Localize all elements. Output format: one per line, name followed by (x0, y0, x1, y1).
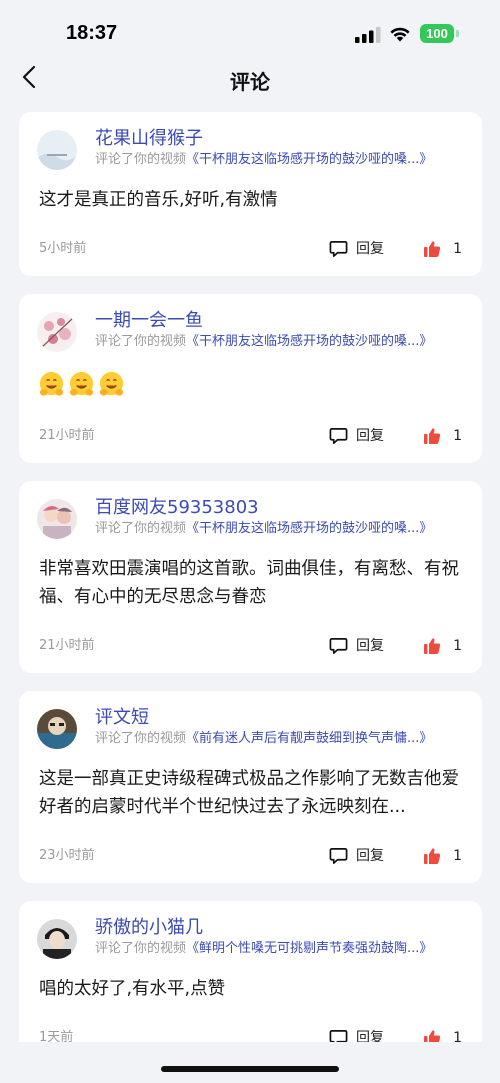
like-count: 1 (453, 241, 462, 257)
like-button[interactable]: 1 (423, 240, 462, 258)
status-bar: 18:37 100 (0, 0, 500, 60)
like-count: 1 (453, 848, 462, 864)
comment-list: 花果山得猴子 评论了你的视频《干杯朋友这临场感开场的鼓沙哑的嗓...》 这才是真… (19, 112, 482, 1083)
comment-icon (329, 427, 348, 444)
commented-label: 评论了你的视频 (95, 334, 187, 349)
reply-button[interactable]: 回复 (329, 238, 384, 258)
reply-button[interactable]: 回复 (329, 845, 384, 865)
commented-label: 评论了你的视频 (95, 941, 187, 956)
reply-label: 回复 (356, 241, 384, 257)
video-link[interactable]: 《干杯朋友这临场感开场的鼓沙哑的嗓...》 (186, 521, 432, 536)
video-link[interactable]: 《干杯朋友这临场感开场的鼓沙哑的嗓...》 (186, 334, 432, 349)
comment-text: 唱的太好了,有水平,点赞 (39, 979, 226, 999)
status-time: 18:37 (66, 22, 118, 44)
video-link[interactable]: 《前有迷人声后有靓声鼓细到换气声慵...》 (186, 731, 432, 746)
comment-meta: 评论了你的视频《干杯朋友这临场感开场的鼓沙哑的嗓...》 (95, 333, 464, 351)
username[interactable]: 百度网友59353803 (95, 497, 464, 519)
like-count: 1 (453, 638, 462, 654)
comment-icon (329, 847, 348, 864)
comment-text: 这才是真正的音乐,好听,有激情 (39, 190, 278, 210)
username[interactable]: 骄傲的小猫几 (95, 917, 464, 939)
reply-label: 回复 (356, 848, 384, 864)
signal-icon (355, 27, 381, 43)
thumbs-up-icon (424, 428, 441, 444)
bottom-safe-area (0, 1042, 500, 1083)
comment-card[interactable]: 评文短 评论了你的视频《前有迷人声后有靓声鼓细到换气声慵...》 这是一部真正史… (19, 691, 482, 883)
comment-card[interactable]: 百度网友59353803 评论了你的视频《干杯朋友这临场感开场的鼓沙哑的嗓...… (19, 481, 482, 673)
avatar[interactable] (37, 499, 77, 539)
comment-meta: 评论了你的视频《干杯朋友这临场感开场的鼓沙哑的嗓...》 (95, 520, 464, 538)
hugging-face-emoji-icon (99, 371, 124, 396)
thumbs-up-icon (424, 638, 441, 654)
comment-time: 23小时前 (39, 848, 95, 863)
comment-icon (329, 240, 348, 257)
commented-label: 评论了你的视频 (95, 731, 187, 746)
comment-time: 5小时前 (39, 241, 87, 256)
avatar[interactable] (37, 130, 77, 170)
username[interactable]: 花果山得猴子 (95, 128, 464, 150)
video-link[interactable]: 《干杯朋友这临场感开场的鼓沙哑的嗓...》 (186, 152, 432, 167)
like-count: 1 (453, 428, 462, 444)
like-button[interactable]: 1 (423, 847, 462, 865)
page-title: 评论 (230, 70, 270, 94)
avatar[interactable] (37, 709, 77, 749)
comment-text: 非常喜欢田震演唱的这首歌。词曲俱佳，有离愁、有祝福、有心中的无尽思念与眷恋 (39, 559, 459, 607)
hugging-face-emoji-icon (39, 371, 64, 396)
comment-icon (329, 637, 348, 654)
avatar[interactable] (37, 919, 77, 959)
like-button[interactable]: 1 (423, 637, 462, 655)
battery-indicator: 100 (420, 24, 454, 43)
reply-label: 回复 (356, 638, 384, 654)
commented-label: 评论了你的视频 (95, 152, 187, 167)
commented-label: 评论了你的视频 (95, 521, 187, 536)
thumbs-up-icon (424, 848, 441, 864)
hugging-face-emoji-icon (69, 371, 94, 396)
comment-card[interactable]: 花果山得猴子 评论了你的视频《干杯朋友这临场感开场的鼓沙哑的嗓...》 这才是真… (19, 112, 482, 276)
reply-label: 回复 (356, 428, 384, 444)
reply-button[interactable]: 回复 (329, 425, 384, 445)
username[interactable]: 评文短 (95, 707, 464, 729)
reply-button[interactable]: 回复 (329, 635, 384, 655)
home-indicator[interactable] (161, 1066, 339, 1072)
comment-time: 21小时前 (39, 428, 95, 443)
comment-time: 21小时前 (39, 638, 95, 653)
comment-meta: 评论了你的视频《前有迷人声后有靓声鼓细到换气声慵...》 (95, 730, 464, 748)
comment-card[interactable]: 一期一会一鱼 评论了你的视频《干杯朋友这临场感开场的鼓沙哑的嗓...》 21小时… (19, 294, 482, 463)
comment-card[interactable]: 骄傲的小猫几 评论了你的视频《鲜明个性嗓无可挑剔声节奏强劲鼓陶...》 唱的太好… (19, 901, 482, 1065)
comment-meta: 评论了你的视频《干杯朋友这临场感开场的鼓沙哑的嗓...》 (95, 151, 464, 169)
like-button[interactable]: 1 (423, 427, 462, 445)
username[interactable]: 一期一会一鱼 (95, 310, 464, 332)
comment-meta: 评论了你的视频《鲜明个性嗓无可挑剔声节奏强劲鼓陶...》 (95, 940, 464, 958)
emoji-row (37, 370, 464, 399)
wifi-icon (390, 27, 410, 42)
battery-cap (456, 30, 459, 37)
avatar[interactable] (37, 312, 77, 352)
video-link[interactable]: 《鲜明个性嗓无可挑剔声节奏强劲鼓陶...》 (186, 941, 432, 956)
thumbs-up-icon (424, 241, 441, 257)
comment-text: 这是一部真正史诗级程碑式极品之作影响了无数吉他爱好者的启蒙时代半个世纪快过去了永… (39, 769, 459, 817)
